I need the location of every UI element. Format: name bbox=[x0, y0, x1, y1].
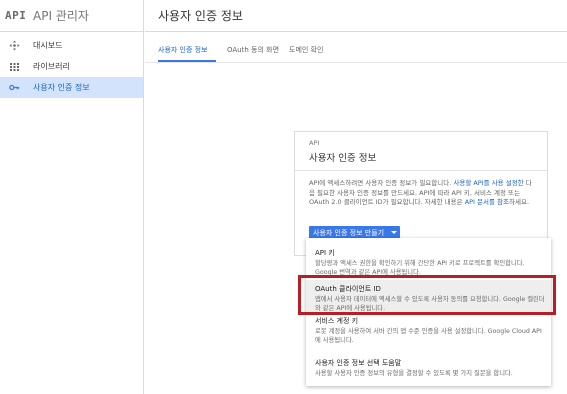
tab-bar: 사용자 인증 정보 OAuth 동의 화면 도메인 확인 bbox=[145, 33, 567, 63]
highlight-box bbox=[298, 275, 556, 315]
menu-item-description: 로봇 계정을 사용하여 서버 간의 앱 수준 인증을 사용 설정합니다. Goo… bbox=[315, 328, 542, 344]
sidebar-item-dashboard[interactable]: 대시보드 bbox=[0, 35, 143, 56]
tab-oauth-consent[interactable]: OAuth 동의 화면 bbox=[227, 45, 279, 55]
caret-down-icon bbox=[391, 231, 397, 234]
sidebar-item-library[interactable]: 라이브러리 bbox=[0, 56, 143, 77]
tab-credentials[interactable]: 사용자 인증 정보 bbox=[158, 45, 208, 55]
sidebar-item-label: 대시보드 bbox=[33, 41, 63, 50]
menu-item-help-me-choose[interactable]: 사용자 인증 정보 선택 도움말 사용할 사용자 인증 정보의 유형을 결정할 … bbox=[306, 358, 551, 386]
api-docs-link[interactable]: API 문서를 참조 bbox=[465, 198, 509, 206]
sidebar-nav: 대시보드 라이브러리 사용자 인증 정보 bbox=[0, 35, 143, 98]
create-credentials-label: 사용자 인증 정보 만들기 bbox=[313, 229, 385, 237]
card-title: 사용자 인증 정보 bbox=[309, 153, 377, 164]
card-kicker: API bbox=[309, 139, 320, 147]
api-logo: API bbox=[5, 9, 27, 22]
page-header: 사용자 인증 정보 bbox=[145, 0, 567, 32]
menu-item-service-account-key[interactable]: 서비스 계정 키 로봇 계정을 사용하여 서버 간의 앱 수준 인증을 사용 설… bbox=[306, 316, 551, 350]
menu-item-title: 사용자 인증 정보 선택 도움말 bbox=[315, 359, 402, 367]
card-header: API 사용자 인증 정보 bbox=[295, 132, 547, 171]
tab-domain-verification[interactable]: 도메인 확인 bbox=[289, 45, 323, 55]
menu-item-title: 서비스 계정 키 bbox=[315, 317, 359, 325]
key-icon bbox=[9, 82, 20, 93]
page-title: 사용자 인증 정보 bbox=[158, 9, 243, 23]
active-tab-indicator bbox=[158, 60, 216, 62]
sidebar: API API 관리자 대시보드 라이브러리 사용자 인증 정보 bbox=[0, 0, 144, 394]
sidebar-item-label: 사용자 인증 정보 bbox=[33, 83, 90, 92]
description-text: 하세요. bbox=[509, 198, 530, 206]
dashboard-icon bbox=[9, 40, 20, 51]
sidebar-item-label: 라이브러리 bbox=[33, 62, 70, 71]
enable-api-link[interactable]: 사용할 API를 사용 설정한 bbox=[453, 179, 523, 187]
library-icon bbox=[9, 61, 20, 72]
menu-item-title: API 키 bbox=[315, 249, 335, 257]
api-manager-window: API API 관리자 대시보드 라이브러리 사용자 인증 정보 사용자 인증 … bbox=[0, 0, 567, 394]
sidebar-item-credentials[interactable]: 사용자 인증 정보 bbox=[0, 77, 143, 98]
menu-item-description: 사용할 사용자 인증 정보의 유형을 결정할 수 있도록 몇 가지 질문을 합니… bbox=[315, 370, 513, 377]
brand: API API 관리자 bbox=[0, 0, 144, 32]
card-description: API에 액세스하려면 사용자 인증 정보가 필요합니다. 사용할 API를 사… bbox=[309, 179, 537, 208]
description-text: API에 액세스하려면 사용자 인증 정보가 필요합니다. bbox=[309, 179, 454, 187]
app-title: API 관리자 bbox=[33, 9, 89, 23]
